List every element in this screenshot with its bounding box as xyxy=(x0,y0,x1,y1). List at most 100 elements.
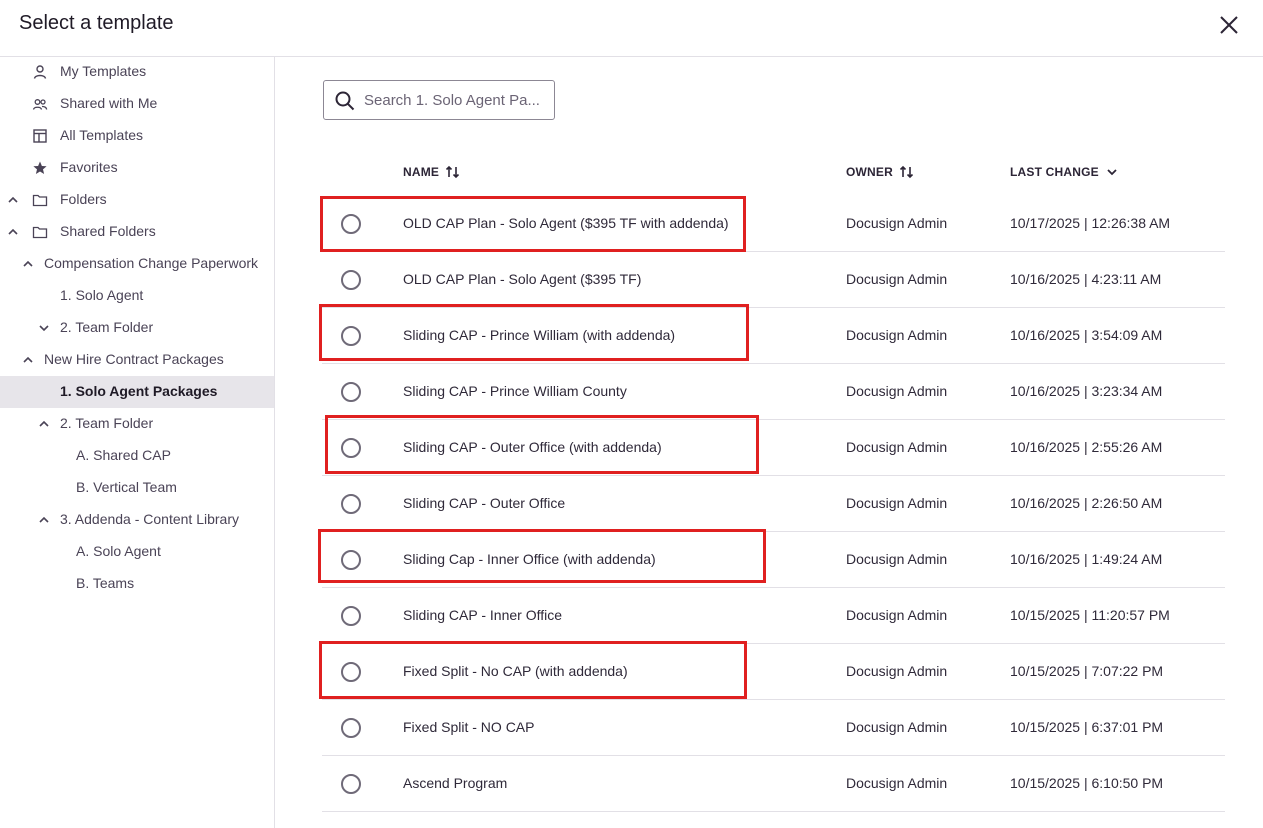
sidebar-item-my-templates[interactable]: My Templates xyxy=(0,57,274,87)
template-last-change: 10/15/2025 | 11:20:57 PM xyxy=(1010,607,1170,623)
template-name: Fixed Split - No CAP (with addenda) xyxy=(403,663,628,679)
column-header-label: LAST CHANGE xyxy=(1010,165,1099,179)
sidebar-item-compensation-change-paperwork[interactable]: Compensation Change Paperwork xyxy=(0,249,274,279)
close-icon[interactable] xyxy=(1216,12,1242,38)
row-radio[interactable] xyxy=(341,214,361,234)
template-last-change: 10/17/2025 | 12:26:38 AM xyxy=(1010,215,1171,231)
row-radio[interactable] xyxy=(341,606,361,626)
sidebar-item-favorites[interactable]: Favorites xyxy=(0,153,274,183)
row-radio[interactable] xyxy=(341,382,361,402)
sidebar-item-folders[interactable]: Folders xyxy=(0,185,274,215)
column-header-owner[interactable]: OWNER xyxy=(846,165,915,179)
column-header-label: OWNER xyxy=(846,165,893,179)
sidebar-item-team-folder[interactable]: 2. Team Folder xyxy=(0,313,274,343)
template-name: Sliding CAP - Outer Office (with addenda… xyxy=(403,439,662,455)
row-radio[interactable] xyxy=(341,270,361,290)
template-owner: Docusign Admin xyxy=(846,271,948,287)
sidebar-item-label: Folders xyxy=(60,191,107,207)
template-owner: Docusign Admin xyxy=(846,327,948,343)
chevron-up-icon[interactable] xyxy=(37,417,51,431)
sidebar-item-shared-cap[interactable]: A. Shared CAP xyxy=(0,441,274,471)
sidebar-item-addenda-solo-agent[interactable]: A. Solo Agent xyxy=(0,537,274,567)
sidebar-item-label: New Hire Contract Packages xyxy=(44,351,224,367)
sidebar-item-shared-folders[interactable]: Shared Folders xyxy=(0,217,274,247)
chevron-up-icon[interactable] xyxy=(37,513,51,527)
sidebar-item-vertical-team[interactable]: B. Vertical Team xyxy=(0,473,274,503)
table-row[interactable]: Ascend Program Docusign Admin 10/15/2025… xyxy=(322,756,1225,812)
sidebar-item-team-folder-2[interactable]: 2. Team Folder xyxy=(0,409,274,439)
sidebar-item-teams[interactable]: B. Teams xyxy=(0,569,274,599)
sidebar-item-addenda-content-library[interactable]: 3. Addenda - Content Library xyxy=(0,505,274,535)
search-box xyxy=(323,80,555,120)
row-radio[interactable] xyxy=(341,774,361,794)
table-row[interactable]: Fixed Split - NO CAP Docusign Admin 10/1… xyxy=(322,700,1225,756)
search-icon xyxy=(335,91,355,111)
column-header-last-change[interactable]: LAST CHANGE xyxy=(1010,165,1119,179)
folder-icon xyxy=(32,194,48,207)
template-last-change: 10/15/2025 | 6:10:50 PM xyxy=(1010,775,1164,791)
template-last-change: 10/16/2025 | 2:55:26 AM xyxy=(1010,439,1163,455)
row-radio[interactable] xyxy=(341,662,361,682)
folder-icon xyxy=(32,226,48,239)
table-row[interactable]: Fixed Split - No CAP (with addenda) Docu… xyxy=(322,644,1225,700)
sidebar-item-label: All Templates xyxy=(60,127,144,143)
sort-icon xyxy=(899,165,914,179)
chevron-up-icon[interactable] xyxy=(6,193,20,207)
sidebar-item-shared-with-me[interactable]: Shared with Me xyxy=(0,89,274,119)
search-input[interactable] xyxy=(364,89,550,111)
column-header-name[interactable]: NAME xyxy=(403,165,461,179)
sidebar-item-label: A. Shared CAP xyxy=(76,447,171,463)
chevron-down-icon[interactable] xyxy=(37,321,51,335)
sidebar-item-label: 1. Solo Agent Packages xyxy=(60,383,218,399)
template-last-change: 10/16/2025 | 3:54:09 AM xyxy=(1010,327,1163,343)
template-owner: Docusign Admin xyxy=(846,719,948,735)
dialog-header: Select a template xyxy=(0,0,1263,57)
table-row[interactable]: OLD CAP Plan - Solo Agent ($395 TF with … xyxy=(322,196,1225,252)
template-owner: Docusign Admin xyxy=(846,495,948,511)
table-row[interactable]: OLD CAP Plan - Solo Agent ($395 TF) Docu… xyxy=(322,252,1225,308)
row-radio[interactable] xyxy=(341,718,361,738)
chevron-up-icon[interactable] xyxy=(21,353,35,367)
table-row[interactable]: Sliding Cap - Inner Office (with addenda… xyxy=(322,532,1225,588)
column-header-label: NAME xyxy=(403,165,440,179)
template-name: OLD CAP Plan - Solo Agent ($395 TF with … xyxy=(403,215,729,231)
sidebar-item-new-hire-contract-packages[interactable]: New Hire Contract Packages xyxy=(0,345,274,375)
sidebar-item-all-templates[interactable]: All Templates xyxy=(0,121,274,151)
template-icon xyxy=(33,129,47,143)
row-radio[interactable] xyxy=(341,438,361,458)
template-owner: Docusign Admin xyxy=(846,607,948,623)
row-radio[interactable] xyxy=(341,494,361,514)
sidebar-item-label: B. Vertical Team xyxy=(76,479,177,495)
sort-icon xyxy=(446,165,460,179)
template-last-change: 10/16/2025 | 2:26:50 AM xyxy=(1010,495,1163,511)
sidebar-item-label: Favorites xyxy=(60,159,118,175)
table-row[interactable]: Sliding CAP - Outer Office Docusign Admi… xyxy=(322,476,1225,532)
sidebar-item-solo-agent-packages[interactable]: 1. Solo Agent Packages xyxy=(0,376,274,408)
star-icon xyxy=(33,161,47,174)
sidebar-item-solo-agent[interactable]: 1. Solo Agent xyxy=(0,281,274,311)
person-icon xyxy=(33,65,47,79)
template-name: Sliding Cap - Inner Office (with addenda… xyxy=(403,551,656,567)
template-owner: Docusign Admin xyxy=(846,215,948,231)
table-row[interactable]: Sliding CAP - Outer Office (with addenda… xyxy=(322,420,1225,476)
template-owner: Docusign Admin xyxy=(846,775,948,791)
sidebar-item-label: 2. Team Folder xyxy=(60,319,154,335)
table-row[interactable]: Sliding CAP - Prince William County Docu… xyxy=(322,364,1225,420)
template-name: Sliding CAP - Outer Office xyxy=(403,495,566,511)
template-owner: Docusign Admin xyxy=(846,551,948,567)
sidebar-item-label: A. Solo Agent xyxy=(76,543,161,559)
template-owner: Docusign Admin xyxy=(846,439,948,455)
template-owner: Docusign Admin xyxy=(846,663,948,679)
sidebar-item-label: Shared Folders xyxy=(60,223,156,239)
table-row[interactable]: Sliding CAP - Inner Office Docusign Admi… xyxy=(322,588,1225,644)
chevron-up-icon[interactable] xyxy=(6,225,20,239)
template-last-change: 10/15/2025 | 7:07:22 PM xyxy=(1010,663,1164,679)
template-owner: Docusign Admin xyxy=(846,383,948,399)
table-row[interactable]: Sliding CAP - Prince William (with adden… xyxy=(322,308,1225,364)
sidebar-item-label: Shared with Me xyxy=(60,95,158,111)
template-name: Sliding CAP - Prince William County xyxy=(403,383,627,399)
template-last-change: 10/16/2025 | 4:23:11 AM xyxy=(1010,271,1162,287)
row-radio[interactable] xyxy=(341,550,361,570)
row-radio[interactable] xyxy=(341,326,361,346)
chevron-up-icon[interactable] xyxy=(21,257,35,271)
